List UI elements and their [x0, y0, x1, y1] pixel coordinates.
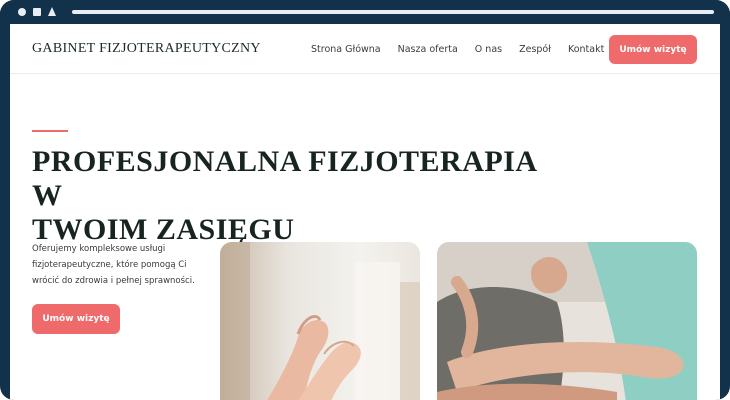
- nav-link-about[interactable]: O nas: [475, 44, 502, 55]
- nav-link-offer[interactable]: Nasza oferta: [398, 44, 458, 55]
- hero-title: PROFESJONALNA FIZJOTERAPIA W TWOIM ZASIĘ…: [32, 145, 552, 247]
- hands-therapy-photo: [220, 242, 420, 400]
- hero-book-appointment-button[interactable]: Umów wizytę: [32, 304, 120, 334]
- browser-window: GABINET FIZJOTERAPEUTYCZNY Strona Główna…: [0, 0, 730, 400]
- web-page: GABINET FIZJOTERAPEUTYCZNY Strona Główna…: [10, 24, 720, 400]
- hero-title-line-1: PROFESJONALNA FIZJOTERAPIA W: [32, 145, 536, 212]
- circle-icon: [18, 8, 26, 16]
- address-bar[interactable]: [72, 10, 714, 14]
- nav-link-home[interactable]: Strona Główna: [311, 44, 381, 55]
- nav-link-team[interactable]: Zespół: [519, 44, 551, 55]
- square-icon: [33, 8, 41, 16]
- accent-divider: [32, 130, 68, 132]
- book-appointment-button[interactable]: Umów wizytę: [609, 35, 697, 64]
- arm-therapy-photo: [437, 242, 697, 400]
- main-nav: Strona Główna Nasza oferta O nas Zespół …: [311, 44, 621, 55]
- hero-description: Oferujemy kompleksowe usługi fizjoterape…: [32, 244, 195, 286]
- site-header: GABINET FIZJOTERAPEUTYCZNY Strona Główna…: [10, 24, 720, 74]
- site-logo[interactable]: GABINET FIZJOTERAPEUTYCZNY: [32, 41, 261, 57]
- nav-link-contact[interactable]: Kontakt: [568, 44, 604, 55]
- browser-toolbar: [0, 0, 730, 24]
- triangle-icon: [48, 7, 56, 16]
